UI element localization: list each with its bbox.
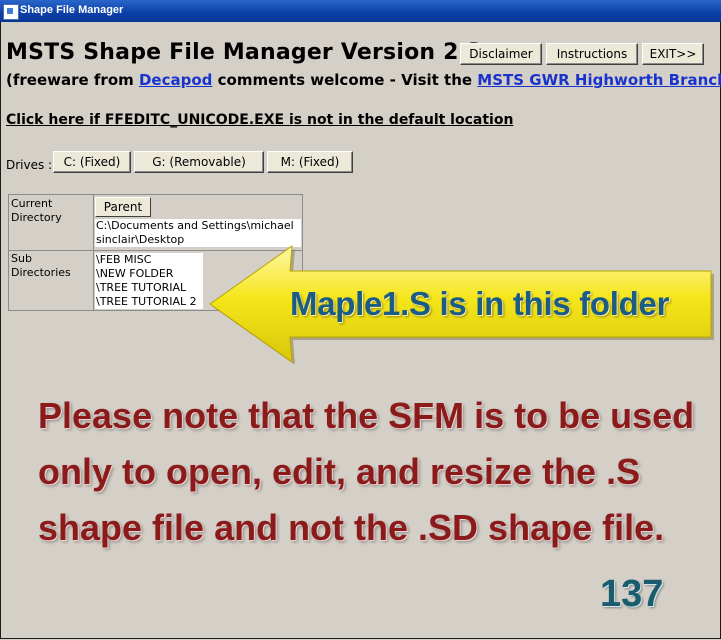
window-title: Shape File Manager	[20, 4, 124, 16]
drive-button-m[interactable]: M: (Fixed)	[267, 151, 353, 173]
drive-button-g[interactable]: G: (Removable)	[134, 151, 264, 173]
sub-directories-list[interactable]: \FEB MISC \NEW FOLDER \TREE TUTORIAL \TR…	[95, 253, 203, 309]
credits-middle: comments welcome - Visit the	[212, 71, 478, 89]
note-line: Please note that the SFM is to be used	[38, 395, 695, 436]
title-bar[interactable]: Shape File Manager	[0, 0, 721, 22]
sub-directories-label: Sub Directories	[11, 252, 71, 280]
parent-button[interactable]: Parent	[95, 197, 151, 217]
drive-button-c[interactable]: C: (Fixed)	[53, 151, 131, 173]
location-link[interactable]: Click here if FFEDITC_UNICODE.EXE is not…	[6, 112, 513, 128]
credits-prefix: (freeware from	[6, 71, 139, 89]
sub-label-line1: Sub	[11, 252, 32, 265]
note-line: only to open, edit, and resize the .S	[38, 451, 641, 492]
list-item[interactable]: \NEW FOLDER	[96, 267, 203, 281]
app-window-icon	[3, 4, 19, 20]
current-directory-label: Current Directory	[11, 197, 62, 225]
list-item[interactable]: \TREE TUTORIAL	[96, 281, 203, 295]
decapod-link[interactable]: Decapod	[139, 71, 212, 89]
sub-label-line2: Directories	[11, 266, 71, 279]
instructions-button[interactable]: Instructions	[546, 43, 638, 65]
current-directory-path: C:\Documents and Settings\michael sincla…	[95, 219, 301, 247]
disclaimer-button[interactable]: Disclaimer	[460, 43, 542, 65]
drives-label: Drives :	[6, 158, 53, 172]
credits-line: (freeware from Decapod comments welcome …	[6, 71, 721, 89]
note-line: shape file and not the .SD shape file.	[38, 507, 665, 548]
list-item[interactable]: \TREE TUTORIAL 2	[96, 295, 203, 309]
current-label-line2: Directory	[11, 211, 62, 224]
gwr-highworth-link[interactable]: MSTS GWR Highworth Branch	[477, 71, 721, 89]
exit-button[interactable]: EXIT>>	[642, 43, 704, 65]
page-number: 137	[600, 573, 664, 615]
app-title: MSTS Shape File Manager Version 2.3x	[6, 40, 498, 65]
current-label-line1: Current	[11, 197, 53, 210]
panel-column-divider	[93, 195, 94, 310]
current-path-line1: C:\Documents and Settings\michael	[96, 219, 294, 232]
list-item[interactable]: \FEB MISC	[96, 253, 203, 267]
usage-note: Please note that the SFM is to be used o…	[38, 388, 708, 556]
callout-text: Maple1.S is in this folder	[290, 285, 670, 322]
